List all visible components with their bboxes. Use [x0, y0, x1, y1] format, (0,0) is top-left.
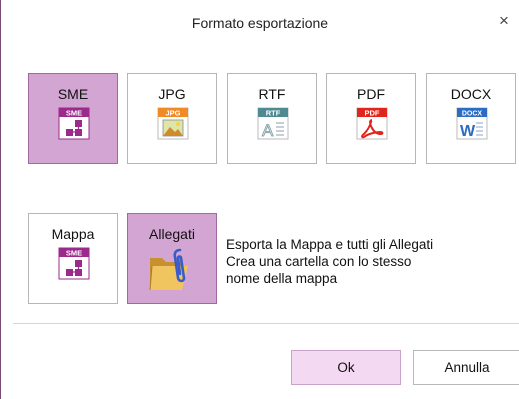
option-label-allegati: Allegati — [149, 226, 195, 242]
format-option-rtf[interactable]: RTF RTF A — [227, 73, 317, 164]
sme-badge-text: SME — [66, 109, 82, 118]
rtf-file-icon: RTF A — [257, 107, 289, 140]
docx-file-icon: DOCX W — [456, 107, 488, 140]
cancel-button[interactable]: Annulla — [413, 350, 519, 385]
jpg-badge-text: JPG — [165, 109, 180, 118]
sme-file-icon: SME — [58, 247, 90, 280]
format-label-jpg: JPG — [158, 86, 186, 102]
format-option-docx[interactable]: DOCX DOCX W — [426, 73, 516, 164]
ok-button[interactable]: Ok — [291, 350, 401, 385]
format-label-sme: SME — [57, 86, 89, 102]
docx-badge-text: DOCX — [462, 111, 483, 118]
format-option-sme[interactable]: SME SME — [28, 73, 118, 164]
pdf-badge-text: PDF — [365, 109, 380, 118]
export-format-dialog: Formato esportazione × SME SME JPG JPG R… — [0, 0, 519, 399]
pdf-file-icon: PDF — [356, 107, 388, 140]
option-label-mappa: Mappa — [51, 226, 95, 242]
dialog-title: Formato esportazione — [191, 15, 329, 31]
folder-paperclip-icon — [149, 248, 188, 291]
option-mappa[interactable]: Mappa SME — [28, 213, 118, 304]
mappa-badge-text: SME — [66, 249, 82, 258]
svg-text:W: W — [460, 123, 476, 140]
rtf-badge-text: RTF — [266, 109, 281, 118]
sme-file-icon: SME — [58, 107, 90, 140]
format-label-rtf: RTF — [258, 86, 286, 102]
export-description: Esporta la Mappa e tutti gli Allegati Cr… — [226, 236, 433, 287]
title-bar: Formato esportazione × — [1, 0, 519, 44]
description-line-3: nome della mappa — [226, 271, 338, 286]
close-icon[interactable]: × — [495, 12, 513, 30]
format-option-jpg[interactable]: JPG JPG — [127, 73, 217, 164]
format-option-pdf[interactable]: PDF PDF — [326, 73, 416, 164]
svg-text:A: A — [262, 121, 274, 140]
divider — [13, 323, 519, 324]
jpg-file-icon: JPG — [157, 107, 189, 140]
option-allegati[interactable]: Allegati — [127, 213, 217, 304]
description-line-2: Crea una cartella con lo stesso — [226, 254, 412, 269]
format-label-pdf: PDF — [357, 86, 385, 102]
format-label-docx: DOCX — [450, 86, 492, 102]
description-line-1: Esporta la Mappa e tutti gli Allegati — [226, 237, 434, 252]
